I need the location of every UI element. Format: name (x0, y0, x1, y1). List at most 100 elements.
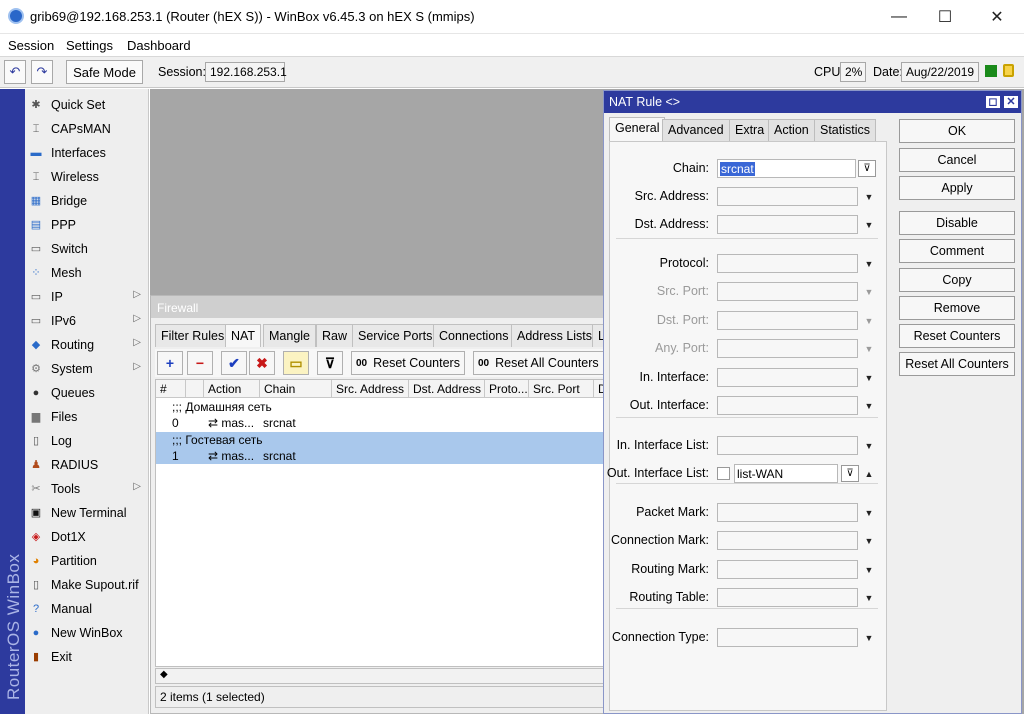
sidebar-item[interactable]: ? Manual (25, 597, 149, 621)
remove-button[interactable]: − (187, 351, 213, 375)
dropdown-arrow-icon[interactable]: ▼ (862, 371, 876, 385)
field-input[interactable] (717, 560, 858, 579)
column-header-blank[interactable] (186, 380, 204, 398)
cancel-button[interactable]: Cancel (899, 148, 1015, 172)
menu-dashboard[interactable]: Dashboard (127, 38, 191, 53)
field-input[interactable]: list-WAN (734, 464, 838, 483)
field-input[interactable]: srcnat (717, 159, 856, 178)
collapse-arrow-icon[interactable]: ▲ (862, 467, 876, 481)
sidebar-item[interactable]: ⁘ Mesh (25, 261, 149, 285)
sidebar-item[interactable]: ▮ Exit (25, 645, 149, 669)
column-header[interactable]: Action (204, 380, 260, 398)
sidebar-item[interactable]: ♟ RADIUS (25, 453, 149, 477)
tab-extra[interactable]: Extra (729, 119, 771, 141)
sidebar-item[interactable]: ● New WinBox (25, 621, 149, 645)
tab-general[interactable]: General (609, 117, 666, 142)
tab-address-lists[interactable]: Address Lists (511, 324, 599, 347)
field-input[interactable] (717, 368, 858, 387)
disable-button[interactable]: ✖ (249, 351, 275, 375)
dropdown-arrow-icon[interactable]: ▼ (862, 257, 876, 271)
comment-button[interactable]: ▭ (283, 351, 309, 375)
sidebar-item[interactable]: ◈ Dot1X (25, 525, 149, 549)
tab-service-ports[interactable]: Service Ports (352, 324, 439, 347)
enable-button[interactable]: ✔ (221, 351, 247, 375)
sidebar-item[interactable]: ▯ Log (25, 429, 149, 453)
close-button[interactable]: ✕ (974, 0, 1020, 34)
horizontal-scrollbar[interactable]: ◆ (155, 668, 604, 684)
tab-advanced[interactable]: Advanced (662, 119, 730, 141)
field-input[interactable] (717, 396, 858, 415)
tab-action[interactable]: Action (768, 119, 815, 141)
reset-counters-button[interactable]: Reset Counters (899, 324, 1015, 348)
sidebar-item[interactable]: ▦ Bridge (25, 189, 149, 213)
sidebar-item[interactable]: ▬ Interfaces (25, 141, 149, 165)
field-input[interactable] (717, 628, 858, 647)
dropdown-arrow-icon[interactable]: ▼ (862, 506, 876, 520)
sidebar-item[interactable]: ▣ New Terminal (25, 501, 149, 525)
column-header[interactable]: Src. Address (332, 380, 409, 398)
sidebar-item[interactable]: ✂ Tools ▷ (25, 477, 149, 501)
dropdown-arrow-icon[interactable]: ▼ (862, 218, 876, 232)
field-input[interactable] (717, 254, 858, 273)
add-button[interactable]: + (157, 351, 183, 375)
combo-dropdown-icon[interactable]: ⊽ (841, 465, 859, 482)
tab-mangle[interactable]: Mangle (263, 324, 316, 347)
disable-button[interactable]: Disable (899, 211, 1015, 235)
dropdown-arrow-icon[interactable]: ▼ (862, 534, 876, 548)
column-header[interactable]: Dst. Address (409, 380, 485, 398)
tab-statistics[interactable]: Statistics (814, 119, 877, 141)
minimize-button[interactable]: — (876, 0, 922, 34)
redo-button[interactable]: ↷ (31, 60, 53, 84)
field-input[interactable] (717, 187, 858, 206)
sidebar-item[interactable]: ▭ IPv6 ▷ (25, 309, 149, 333)
remove-button[interactable]: Remove (899, 296, 1015, 320)
dropdown-arrow-icon[interactable]: ▼ (862, 631, 876, 645)
comment-button[interactable]: Comment (899, 239, 1015, 263)
sidebar-item[interactable]: ⌶ CAPsMAN (25, 117, 149, 141)
column-header[interactable]: Src. Port (529, 380, 594, 398)
dropdown-arrow-icon[interactable]: ▼ (862, 563, 876, 577)
reset-all-counters-button[interactable]: Reset All Counters (899, 352, 1015, 376)
dropdown-arrow-icon[interactable]: ▼ (862, 439, 876, 453)
comment-row-selected[interactable]: ;;; Гостевая сеть (156, 432, 603, 448)
field-input[interactable] (717, 531, 858, 550)
sidebar-item[interactable]: ◕ Partition (25, 549, 149, 573)
sidebar-item[interactable]: ⌶ Wireless (25, 165, 149, 189)
filter-button[interactable]: ⊽ (317, 351, 343, 375)
apply-button[interactable]: Apply (899, 176, 1015, 200)
column-header[interactable]: Chain (260, 380, 332, 398)
sidebar-item[interactable]: ◆ Routing ▷ (25, 333, 149, 357)
dropdown-arrow-icon[interactable]: ▼ (862, 591, 876, 605)
sidebar-item[interactable]: ▆ Files (25, 405, 149, 429)
sidebar-item[interactable]: ✱ Quick Set (25, 93, 149, 117)
close-icon[interactable]: ✕ (1003, 95, 1019, 109)
combo-dropdown-icon[interactable]: ⊽ (858, 160, 876, 177)
comment-row[interactable]: ;;; Домашняя сеть (156, 399, 603, 415)
table-row-selected[interactable]: 1 ⇄ mas... srcnat (156, 448, 603, 464)
table-row[interactable]: 0 ⇄ mas... srcnat (156, 415, 603, 431)
sidebar-item[interactable]: ⚙ System ▷ (25, 357, 149, 381)
safe-mode-button[interactable]: Safe Mode (66, 60, 143, 84)
undo-button[interactable]: ↶ (4, 60, 26, 84)
sidebar-item[interactable]: ● Queues (25, 381, 149, 405)
reset-counters-button[interactable]: 00 Reset Counters (351, 351, 465, 375)
dropdown-arrow-icon[interactable]: ▼ (862, 190, 876, 204)
column-header[interactable]: Proto... (485, 380, 529, 398)
dropdown-arrow-icon[interactable]: ▼ (862, 399, 876, 413)
tab-nat[interactable]: NAT (225, 324, 262, 347)
column-header[interactable]: # (156, 380, 186, 398)
reset-all-counters-button[interactable]: 00 Reset All Counters (473, 351, 604, 375)
tab-raw[interactable]: Raw (316, 324, 354, 347)
maximize-button[interactable]: ☐ (922, 0, 968, 34)
field-input[interactable] (717, 503, 858, 522)
field-input[interactable] (717, 215, 858, 234)
field-input[interactable] (717, 588, 858, 607)
ok-button[interactable]: OK (899, 119, 1015, 143)
restore-icon[interactable]: ◻ (985, 95, 1001, 109)
sidebar-item[interactable]: ▭ IP ▷ (25, 285, 149, 309)
menu-session[interactable]: Session (8, 38, 54, 53)
field-input[interactable] (717, 436, 858, 455)
scroll-left-arrow[interactable]: ◆ (160, 669, 168, 680)
sidebar-item[interactable]: ▤ PPP (25, 213, 149, 237)
copy-button[interactable]: Copy (899, 268, 1015, 292)
